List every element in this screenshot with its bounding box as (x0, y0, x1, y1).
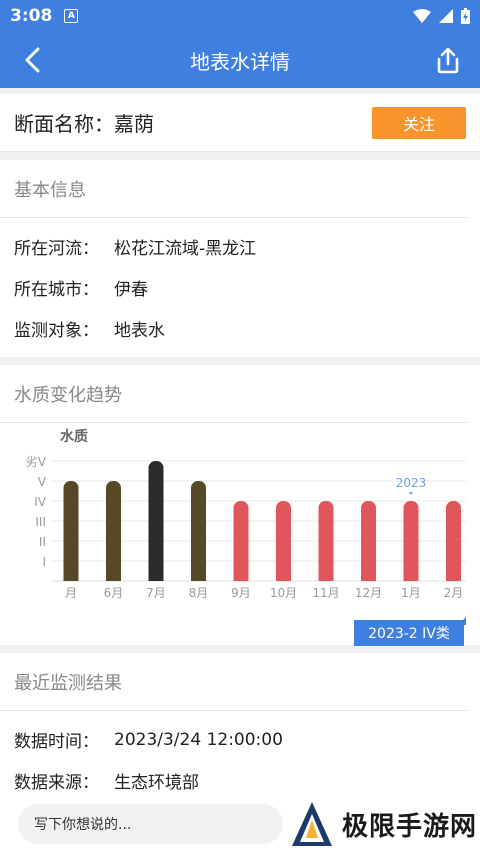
chart-bar (233, 501, 249, 581)
chart-bar-base (446, 573, 461, 581)
brand-watermark: 极限手游网 (290, 800, 477, 848)
share-button[interactable] (432, 44, 464, 76)
recent-title: 最近监测结果 (0, 653, 468, 711)
status-icons (413, 8, 470, 24)
brand-name: 极限手游网 (342, 811, 478, 842)
battery-icon (461, 8, 470, 24)
recent-card: 最近监测结果 数据时间： 2023/3/24 12:00:00 数据来源： 生态… (0, 653, 480, 813)
info-value: 松花江流域-黑龙江 (114, 239, 257, 259)
app-bar: 地表水详情 (0, 32, 480, 88)
info-key: 所在城市： (14, 280, 99, 300)
brand-logo-icon (292, 802, 332, 846)
chevron-left-icon (25, 47, 40, 73)
chart-x-tick-label: 2月 (444, 586, 464, 600)
chart-bar (446, 501, 461, 581)
chart-bar (361, 501, 376, 581)
basic-info-card: 基本信息 所在河流： 松花江流域-黑龙江 所在城市： 伊春 监测对象： 地表水 (0, 160, 480, 357)
info-row-city: 所在城市： 伊春 (0, 267, 480, 308)
trend-card: 水质变化趋势 水质 I II III IV V 劣V 月 6月 7月 8月 9月 10月 11月 12月 1月… (0, 365, 480, 648)
section-name-card: 断面名称：嘉荫 关注 (0, 94, 480, 152)
chart-bar-base (63, 573, 79, 581)
chart-bar-base (106, 573, 121, 581)
wifi-icon (413, 9, 431, 23)
chart-bar-base (403, 573, 419, 581)
chart-bar (276, 501, 291, 581)
comment-input[interactable]: 写下你想说的... (18, 804, 283, 844)
status-time: 3:08 (10, 6, 53, 26)
chart-bar (318, 501, 334, 581)
chart-tooltip: 2023-2 IV类 (354, 620, 464, 646)
chart-bar (191, 481, 206, 581)
chart-ylabel: 水质 (60, 428, 88, 445)
bottom-bar: 写下你想说的... 极限手游网 (0, 798, 480, 853)
trend-title: 水质变化趋势 (0, 365, 468, 423)
chart-x-tick-label: 8月 (189, 586, 209, 600)
chart-x-tick-label: 月 (65, 586, 77, 600)
info-key: 数据来源： (14, 773, 99, 793)
notification-badge-icon: A (64, 9, 79, 23)
info-key: 数据时间： (14, 732, 99, 752)
chart-x-tick-label: 12月 (355, 586, 382, 600)
basic-info-title: 基本信息 (0, 160, 468, 218)
chart-x-tick-label: 10月 (270, 586, 297, 600)
signal-icon (439, 9, 453, 23)
info-value: 地表水 (114, 321, 165, 341)
chart-y-tick-label: 劣V (26, 455, 47, 469)
back-button[interactable] (18, 46, 46, 74)
chart-bar-base (148, 573, 164, 581)
section-name-label: 断面名称：嘉荫 (14, 112, 154, 136)
chart-x-tick-label: 9月 (231, 586, 251, 600)
chart-x-tick-label: 6月 (104, 586, 124, 600)
chart-y-tick-label: II (39, 535, 46, 549)
chart-y-tick-label: IV (34, 495, 47, 509)
chart-annotation-marker (409, 492, 413, 495)
recent-row-time: 数据时间： 2023/3/24 12:00:00 (0, 719, 480, 760)
chart-bar (63, 481, 79, 581)
chart-bar (148, 461, 164, 581)
chart-bar-base (233, 573, 249, 581)
chart-y-tick-label: I (42, 555, 46, 569)
info-key: 所在河流： (14, 239, 99, 259)
chart-bar-base (361, 573, 376, 581)
chart-y-tick-label: V (38, 475, 47, 489)
chart-bar (106, 481, 121, 581)
share-upload-icon (437, 47, 459, 74)
chart-x-tick-label: 11月 (312, 586, 339, 600)
trend-chart[interactable]: 水质 I II III IV V 劣V 月 6月 7月 8月 9月 10月 11月 12月 1月 2023 2月 … (0, 423, 480, 648)
chart-bar-base (318, 573, 334, 581)
info-key: 监测对象： (14, 321, 99, 341)
status-bar: 3:08 A (0, 0, 480, 32)
chart-bar (403, 501, 419, 581)
recent-row-source: 数据来源： 生态环境部 (0, 760, 480, 801)
section-name-row: 断面名称：嘉荫 关注 (0, 94, 480, 152)
info-value: 伊春 (114, 280, 148, 300)
trend-chart-svg: 水质IIIIIIIVV劣V月 6月 7月 8月 9月 10月 11月 12月 1月20232月 (26, 428, 466, 625)
chart-y-tick-label: III (35, 515, 46, 529)
chart-bar-base (276, 573, 291, 581)
info-value: 生态环境部 (114, 773, 199, 793)
chart-bar-base (191, 573, 206, 581)
page-title: 地表水详情 (190, 49, 290, 74)
info-value: 2023/3/24 12:00:00 (114, 729, 283, 750)
info-row-river: 所在河流： 松花江流域-黑龙江 (0, 226, 480, 267)
follow-button[interactable]: 关注 (372, 106, 466, 139)
chart-x-tick-label: 7月 (146, 586, 166, 600)
info-row-object: 监测对象： 地表水 (0, 308, 480, 349)
chart-annotation: 2023 (396, 476, 427, 490)
chart-x-tick-label: 1月 (401, 586, 421, 600)
